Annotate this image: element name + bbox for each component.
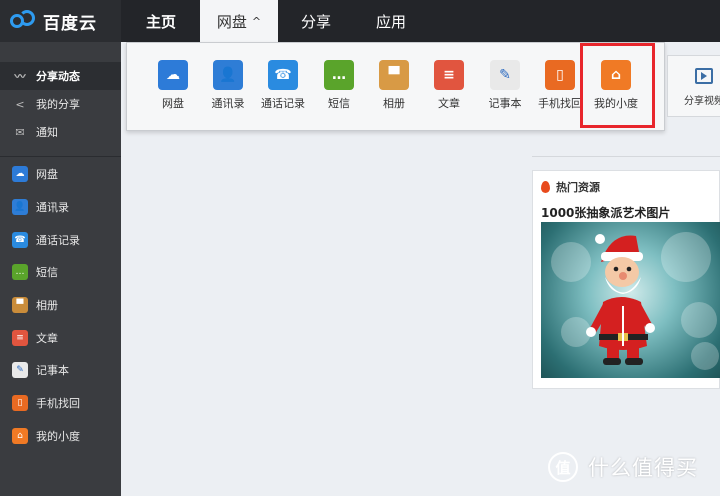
app-article[interactable]: ≡ 文章: [421, 60, 477, 111]
app-album[interactable]: ▀ 相册: [366, 60, 422, 111]
app-phone-find[interactable]: ▯ 手机找回: [532, 60, 588, 111]
sidebar-item-label: 手机找回: [36, 397, 80, 410]
flame-icon: [541, 181, 550, 193]
netdisk-dropdown-panel: ☁ 网盘 👤 通讯录 ☎ 通话记录 … 短信 ▀ 相册 ≡ 文章 ✎ 记事本 ▯…: [126, 42, 665, 131]
sidebar-item-label: 短信: [36, 266, 58, 279]
app-netdisk[interactable]: ☁ 网盘: [145, 60, 201, 111]
sidebar-item-share-feed[interactable]: 〰 分享动态: [0, 62, 121, 90]
logo-text: 百度云: [43, 13, 97, 34]
sidebar-item-label: 记事本: [36, 364, 69, 377]
sidebar-item-label: 通讯录: [36, 201, 69, 214]
share-video-label: 分享视频: [684, 96, 720, 107]
app-call-log[interactable]: ☎ 通话记录: [255, 60, 311, 111]
santa-figure: [586, 234, 655, 365]
sidebar-item-label: 通话记录: [36, 234, 80, 247]
app-label: 通讯录: [211, 97, 245, 110]
sidebar-item-phone-find[interactable]: ▯ 手机找回: [0, 389, 121, 417]
sidebar-item-label: 文章: [36, 332, 58, 345]
chevron-up-icon: ^: [251, 14, 262, 28]
app-xiaodu[interactable]: ⌂ 我的小度: [588, 60, 644, 111]
sidebar-item-contacts[interactable]: 👤 通讯录: [0, 193, 121, 221]
sidebar: 〰 分享动态 < 我的分享 ✉ 通知 ☁ 网盘 👤 通讯录 ☎ 通话记录 … 短…: [0, 42, 121, 496]
nav-share[interactable]: 分享: [278, 0, 354, 42]
app-label: 文章: [438, 97, 460, 110]
watermark-text: 什么值得买: [588, 456, 698, 480]
sidebar-item-notepad[interactable]: ✎ 记事本: [0, 356, 121, 384]
sidebar-item-netdisk[interactable]: ☁ 网盘: [0, 160, 121, 188]
top-bar: 百度云 主页 网盘 ^ 分享 应用: [0, 0, 720, 42]
app-label: 记事本: [488, 97, 522, 110]
nav-netdisk-label: 网盘: [216, 12, 247, 31]
sidebar-item-call-log[interactable]: ☎ 通话记录: [0, 226, 121, 254]
share-icon: <: [15, 97, 25, 111]
sidebar-item-notifications[interactable]: ✉ 通知: [0, 118, 121, 146]
sidebar-item-label: 通知: [36, 126, 58, 139]
nav-netdisk[interactable]: 网盘 ^: [200, 0, 278, 42]
hot-resources-heading: 热门资源: [541, 179, 600, 195]
home-icon: ⌂: [601, 60, 631, 90]
nav-apps[interactable]: 应用: [354, 0, 428, 42]
phone-find-icon: ▯: [12, 395, 28, 411]
resource-title[interactable]: 1000张抽象派艺术图片: [541, 204, 670, 221]
sidebar-item-label: 相册: [36, 299, 58, 312]
sms-icon: …: [12, 264, 28, 280]
article-icon: ≡: [434, 60, 464, 90]
cloud-icon: ☁: [158, 60, 188, 90]
album-icon: ▀: [379, 60, 409, 90]
sidebar-item-label: 网盘: [36, 168, 58, 181]
contacts-icon: 👤: [213, 60, 243, 90]
sidebar-item-label: 我的小度: [36, 430, 80, 443]
trend-icon: 〰: [14, 70, 26, 83]
video-icon: [695, 68, 713, 84]
hot-resources-label: 热门资源: [556, 181, 600, 194]
nav-home[interactable]: 主页: [121, 0, 201, 42]
home-icon: ⌂: [12, 428, 28, 444]
phone-find-icon: ▯: [545, 60, 575, 90]
share-video-panel[interactable]: 分享视频: [667, 55, 720, 117]
hot-resources-card: 热门资源 1000张抽象派艺术图片: [532, 170, 720, 389]
sidebar-item-my-shares[interactable]: < 我的分享: [0, 90, 121, 118]
album-icon: ▀: [12, 297, 28, 313]
app-label: 短信: [328, 97, 350, 110]
app-label: 手机找回: [538, 97, 582, 110]
divider: [532, 156, 720, 157]
notepad-icon: ✎: [12, 362, 28, 378]
app-label: 我的小度: [594, 97, 638, 110]
call-log-icon: ☎: [12, 232, 28, 248]
watermark-logo-icon: 值: [548, 452, 578, 482]
notepad-icon: ✎: [490, 60, 520, 90]
app-notepad[interactable]: ✎ 记事本: [477, 60, 533, 111]
contacts-icon: 👤: [12, 199, 28, 215]
app-label: 网盘: [162, 97, 184, 110]
app-label: 通话记录: [261, 97, 305, 110]
mail-icon: ✉: [15, 125, 25, 139]
watermark: 值 什么值得买: [548, 452, 698, 482]
sms-icon: …: [324, 60, 354, 90]
app-label: 相册: [383, 97, 405, 110]
sidebar-item-xiaodu[interactable]: ⌂ 我的小度: [0, 422, 121, 450]
sidebar-item-sms[interactable]: … 短信: [0, 258, 121, 286]
sidebar-item-label: 分享动态: [36, 70, 80, 83]
sidebar-item-album[interactable]: ▀ 相册: [0, 291, 121, 319]
app-sms[interactable]: … 短信: [311, 60, 367, 111]
sidebar-item-article[interactable]: ≡ 文章: [0, 324, 121, 352]
sidebar-divider: [0, 156, 121, 157]
app-contacts[interactable]: 👤 通讯录: [200, 60, 256, 111]
baidu-cloud-icon: [10, 10, 40, 32]
call-log-icon: ☎: [268, 60, 298, 90]
sidebar-item-label: 我的分享: [36, 98, 80, 111]
santa-claus-image[interactable]: [541, 222, 720, 378]
cloud-icon: ☁: [12, 166, 28, 182]
article-icon: ≡: [12, 330, 28, 346]
logo[interactable]: 百度云: [0, 0, 121, 42]
